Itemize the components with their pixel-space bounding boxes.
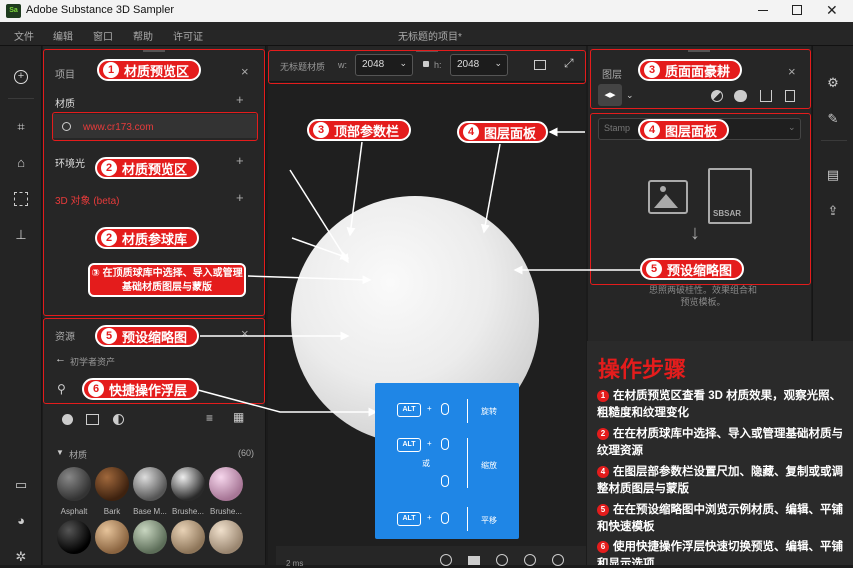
callout-3b: 3 顶部参数栏 xyxy=(307,119,412,141)
arrow-line xyxy=(197,389,378,417)
callout-5b: 5 预设缩略图 xyxy=(640,258,745,280)
plus-sign: + xyxy=(427,439,432,448)
mouse-middle-icon xyxy=(441,512,449,524)
callout-text: 图层面板 xyxy=(665,123,718,139)
pan-label: 平移 xyxy=(481,516,497,525)
step-item: 5 在在预设缩略图中浏览示例材质、编辑、平铺和快速模板 xyxy=(597,502,845,536)
callout-3-box: ③ 在顶质球库中选择、导入或管理基础材质图层与蒙版 xyxy=(88,263,246,297)
callout-number: 1 xyxy=(103,62,119,78)
mouse-left-icon xyxy=(441,403,449,415)
callout-text: 快捷操作浮层 xyxy=(109,382,188,398)
step-text: 在材质预览区查看 3D 材质效果，观察光照、粗糙度和纹理变化 xyxy=(597,390,842,419)
callout-text: 顶部参数栏 xyxy=(334,123,400,139)
alt-key-icon: ALT xyxy=(397,438,421,452)
zoom-label: 缩放 xyxy=(481,461,497,470)
callout-text: 材质参球库 xyxy=(122,231,188,247)
or-label: 或 xyxy=(422,459,430,468)
callout-number: 3 xyxy=(313,122,329,138)
callout-number: 5 xyxy=(101,328,117,344)
overlay-divider xyxy=(467,507,468,531)
step-item: 2 在在材质球库中选择、导入或管理基础材质与纹理资源 xyxy=(597,426,845,460)
callout-text: 材质预览区 xyxy=(122,161,188,177)
step-item: 4 在图层部参数栏设置尺加、隐藏、复制或或调整材质图层与蒙版 xyxy=(597,464,845,498)
mouse-wheel-icon xyxy=(441,475,449,487)
rotate-label: 旋转 xyxy=(481,407,497,416)
step-number: 6 xyxy=(597,541,609,553)
callout-5a: 5 预设缩略图 xyxy=(95,325,200,347)
callout-4b: 4 图层面板 xyxy=(638,119,730,141)
shortcut-overlay: ALT + 旋转 ALT + 或 缩放 ALT + 平移 xyxy=(375,383,519,539)
overlay-divider xyxy=(467,399,468,423)
callout-number: 5 xyxy=(646,261,662,277)
callout-text: 预设缩略图 xyxy=(122,329,188,345)
step-number: 5 xyxy=(597,504,609,516)
step-text: 在在预设缩略图中浏览示例材质、编辑、平铺和快速模板 xyxy=(597,504,843,533)
step-text: 在图层部参数栏设置尺加、隐藏、复制或或调整材质图层与蒙版 xyxy=(597,466,843,495)
callout-2a: 2 材质预览区 xyxy=(95,157,200,179)
callout-3a: 3 质面面豪耕 xyxy=(638,59,743,81)
callout-text: 材质预览区 xyxy=(124,63,190,79)
alt-key-icon: ALT xyxy=(397,512,421,526)
overlay-divider xyxy=(467,438,468,488)
step-item: 1 在材质预览区查看 3D 材质效果，观察光照、粗糙度和纹理变化 xyxy=(597,388,845,422)
callout-2b: 2 材质参球库 xyxy=(95,227,200,249)
steps-title: 操作步骤 xyxy=(598,357,687,382)
callout-number: 2 xyxy=(101,160,117,176)
step-number: 1 xyxy=(597,390,609,402)
callout-text: 质面面豪耕 xyxy=(665,63,731,79)
callout-number: 2 xyxy=(101,230,117,246)
step-text: 在在材质球库中选择、导入或管理基础材质与纹理资源 xyxy=(597,428,843,457)
arrow-line xyxy=(480,143,501,234)
callout-number: 3 xyxy=(644,62,660,78)
callout-text: 预设缩略图 xyxy=(667,262,733,278)
step-item: 6 使用快捷操作浮层快速切换预览、编辑、平铺和显示选项 xyxy=(597,539,845,565)
alt-key-icon: ALT xyxy=(397,403,421,417)
arrow-line xyxy=(346,141,363,237)
step-number: 4 xyxy=(597,466,609,478)
callout-text: 图层面板 xyxy=(484,125,537,141)
callout-4a: 4 图层面板 xyxy=(457,121,549,143)
step-text: 使用快捷操作浮层快速切换预览、编辑、平铺和显示选项 xyxy=(597,541,843,565)
callout-text: ③ 在顶质球库中选择、导入或管理基础材质图层与蒙版 xyxy=(91,268,243,293)
callout-number: 4 xyxy=(644,122,660,138)
callout-number: 6 xyxy=(88,381,104,397)
callout-number: 4 xyxy=(463,124,479,140)
mouse-right-icon xyxy=(441,438,449,450)
step-number: 2 xyxy=(597,428,609,440)
callout-1: 1 材质预览区 xyxy=(97,59,202,81)
arrow-line xyxy=(247,275,372,285)
plus-sign: + xyxy=(427,404,432,413)
callout-6: 6 快捷操作浮层 xyxy=(82,378,200,400)
plus-sign: + xyxy=(427,513,432,522)
